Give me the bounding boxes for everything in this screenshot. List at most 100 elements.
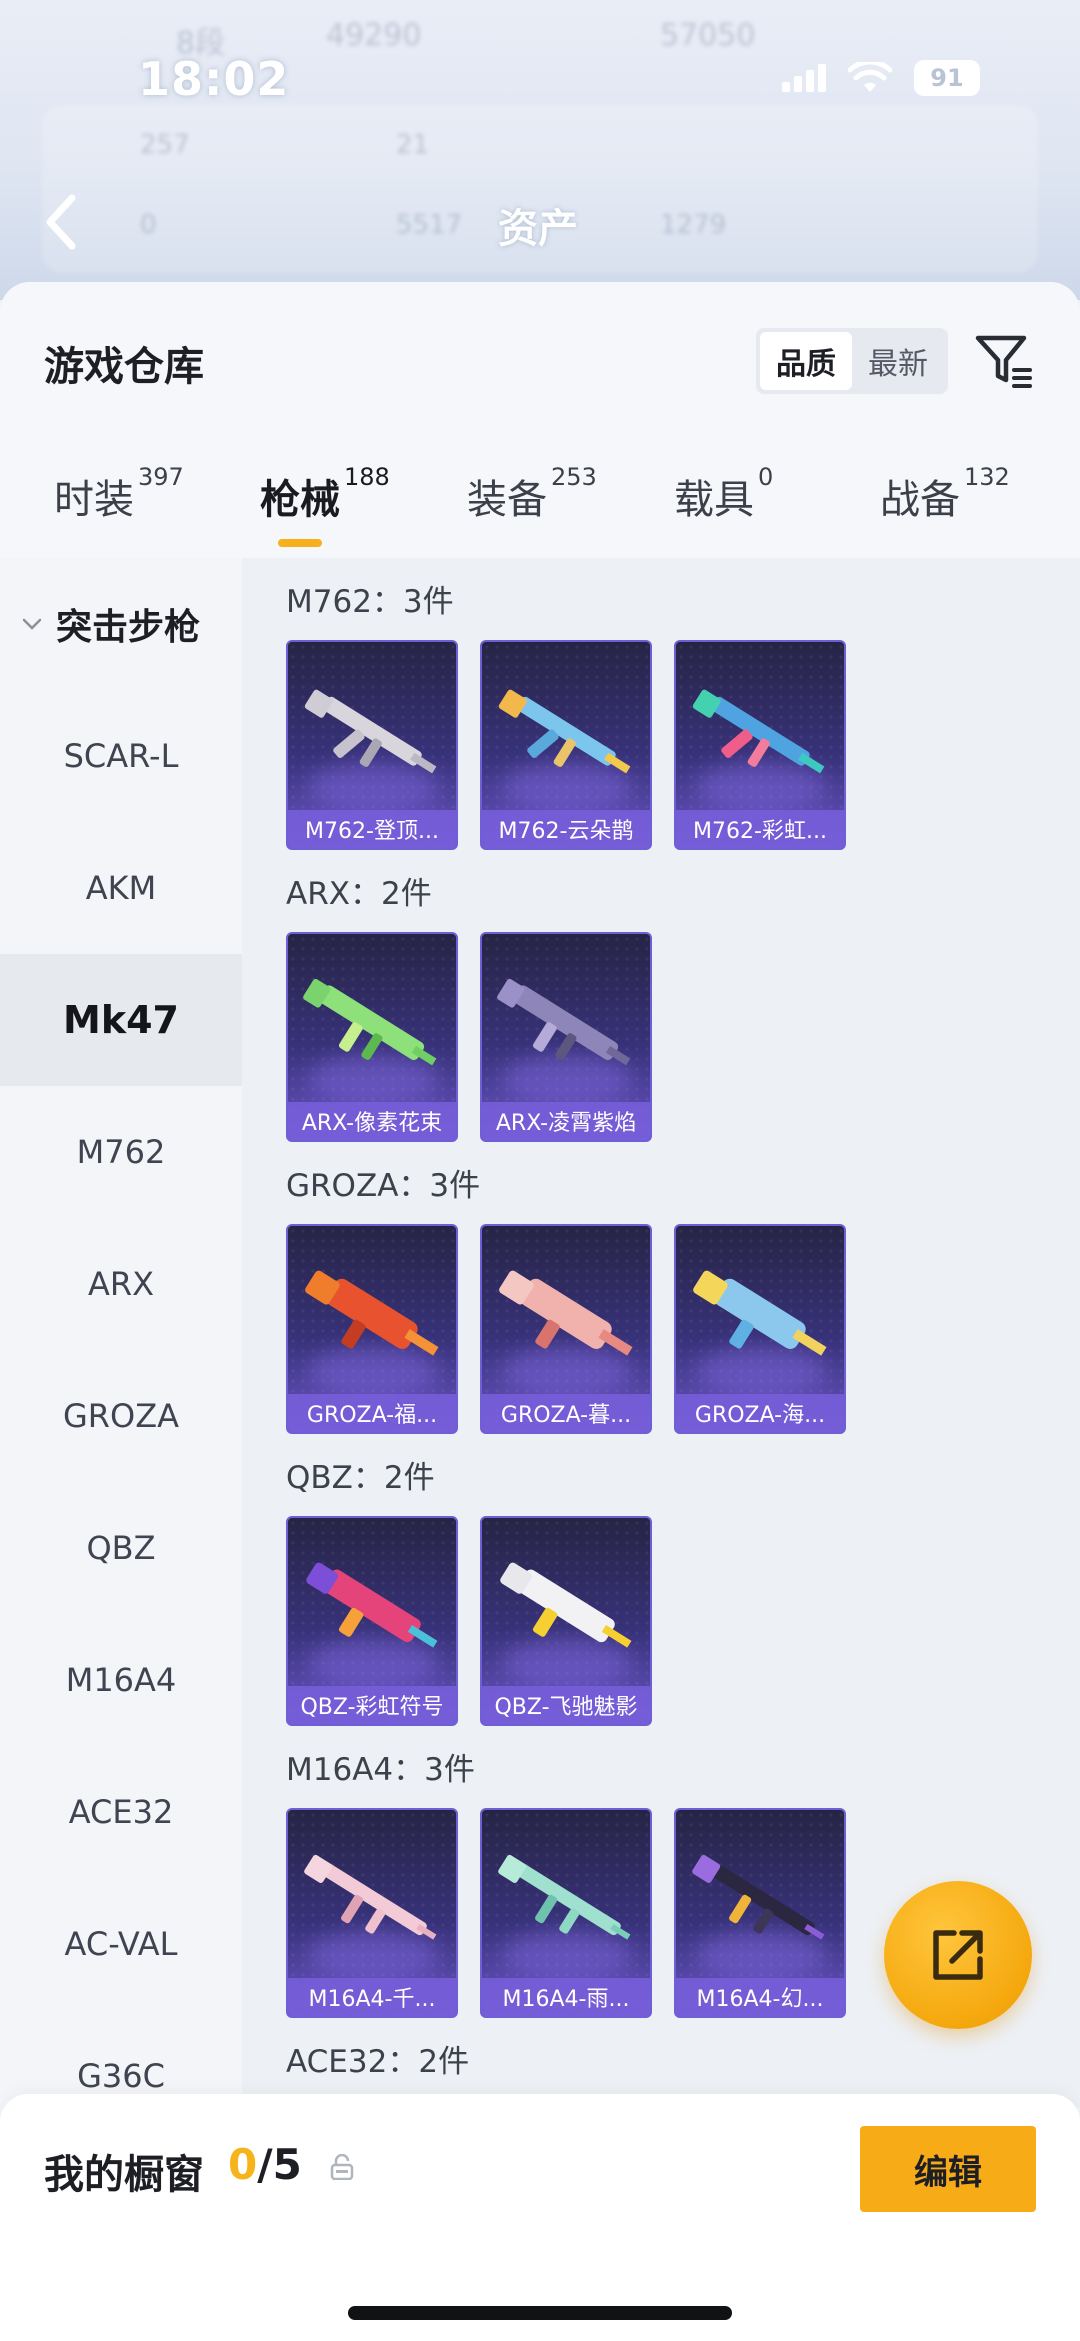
tab-equipment[interactable]: 装备 253 xyxy=(467,463,597,557)
side-group-label: 突击步枪 xyxy=(56,607,201,648)
weapon-card-label: GROZA-海... xyxy=(676,1394,844,1432)
showcase-bar: 我的橱窗 0/5 编辑 xyxy=(0,2094,1080,2341)
edit-button[interactable]: 编辑 xyxy=(860,2126,1036,2212)
back-icon[interactable] xyxy=(42,192,82,252)
group-title-groza: GROZA：3件 xyxy=(286,1168,481,1204)
side-item-ace32[interactable]: ACE32 xyxy=(0,1746,242,1878)
weapon-card[interactable]: QBZ-彩虹符号 xyxy=(286,1516,458,1726)
tab-label: 装备 xyxy=(467,477,547,523)
home-indicator xyxy=(348,2306,732,2320)
coins-a-text: 49290 xyxy=(326,18,422,53)
tab-label: 枪械 xyxy=(260,477,340,523)
weapon-card-label: QBZ-飞驰魅影 xyxy=(482,1686,650,1724)
tab-label: 载具 xyxy=(674,477,754,523)
weapon-card-label: M762-云朵鹊 xyxy=(482,810,650,848)
warehouse-sheet: 游戏仓库 品质 最新 时装 397 枪械 188 装备 253 载具 0 战备 … xyxy=(0,282,1080,2341)
side-group-assault-rifles[interactable]: 突击步枪 xyxy=(0,558,242,690)
weapon-card[interactable]: M762-登顶... xyxy=(286,640,458,850)
side-item-qbz[interactable]: QBZ xyxy=(0,1482,242,1614)
stat-1: 257 xyxy=(140,130,190,160)
showcase-count: 0/5 xyxy=(228,2140,302,2189)
sort-latest-button[interactable]: 最新 xyxy=(852,332,944,390)
page-title: 资产 xyxy=(498,206,578,252)
tab-label: 战备 xyxy=(880,477,960,523)
rifle-icon xyxy=(497,978,631,1066)
tab-count: 253 xyxy=(551,463,597,491)
stat-2: 21 xyxy=(396,130,430,160)
weapon-card-label: M16A4-千... xyxy=(288,1978,456,2016)
category-tabs: 时装 397 枪械 188 装备 253 载具 0 战备 132 xyxy=(0,463,1080,557)
status-icons: 91 xyxy=(782,60,980,96)
rifle-icon xyxy=(304,1854,437,1940)
side-item-ac-val[interactable]: AC-VAL xyxy=(0,1878,242,2010)
side-item-arx[interactable]: ARX xyxy=(0,1218,242,1350)
showcase-total: /5 xyxy=(257,2140,302,2189)
battery-icon: 91 xyxy=(914,60,980,96)
weapon-card[interactable]: M762-彩虹... xyxy=(674,640,846,850)
rifle-icon xyxy=(304,689,437,774)
rifle-icon xyxy=(692,1854,825,1940)
tab-count: 132 xyxy=(964,463,1010,491)
weapon-card[interactable]: GROZA-暮... xyxy=(480,1224,652,1434)
tab-active-indicator xyxy=(278,539,322,547)
tab-vehicles[interactable]: 载具 0 xyxy=(674,463,773,557)
weapon-card[interactable]: ARX-凌霄紫焰 xyxy=(480,932,652,1142)
rifle-icon xyxy=(303,978,437,1066)
group-title-m762: M762：3件 xyxy=(286,584,454,620)
coins-b-text: 57050 xyxy=(660,18,756,53)
tab-count: 188 xyxy=(344,463,390,491)
side-item-mk47[interactable]: Mk47 xyxy=(0,954,242,1086)
weapon-card-label: QBZ-彩虹符号 xyxy=(288,1686,456,1724)
rifle-icon xyxy=(498,689,631,774)
side-item-m16a4[interactable]: M16A4 xyxy=(0,1614,242,1746)
weapon-card[interactable]: QBZ-飞驰魅影 xyxy=(480,1516,652,1726)
weapon-card[interactable]: ARX-像素花束 xyxy=(286,932,458,1142)
group-title-arx: ARX：2件 xyxy=(286,876,432,912)
weapon-card[interactable]: M16A4-幻... xyxy=(674,1808,846,2018)
tab-firearms[interactable]: 枪械 188 xyxy=(260,463,390,557)
side-item-groza[interactable]: GROZA xyxy=(0,1350,242,1482)
share-icon xyxy=(933,1930,983,1980)
filter-icon[interactable] xyxy=(972,328,1036,394)
side-item-akm[interactable]: AKM xyxy=(0,822,242,954)
status-time: 18:02 xyxy=(138,52,290,106)
stat-5: 1279 xyxy=(660,210,727,240)
rifle-icon xyxy=(305,1270,439,1356)
stat-3: 0 xyxy=(140,210,157,240)
tab-outfits[interactable]: 时装 397 xyxy=(54,463,184,557)
showcase-label: 我的橱窗 xyxy=(44,2152,204,2198)
sort-quality-button[interactable]: 品质 xyxy=(760,332,852,390)
tab-supplies[interactable]: 战备 132 xyxy=(880,463,1010,557)
weapon-grid: M762：3件 M762-登顶... M762-云朵鹊 M762-彩虹... A… xyxy=(242,558,1080,2108)
group-title-ace32: ACE32：2件 xyxy=(286,2044,470,2080)
signal-icon xyxy=(782,64,826,92)
side-item-scar-l[interactable]: SCAR-L xyxy=(0,690,242,822)
sheet-title: 游戏仓库 xyxy=(44,344,204,390)
rifle-icon xyxy=(692,689,825,774)
sheet-header: 游戏仓库 品质 最新 时装 397 枪械 188 装备 253 载具 0 战备 … xyxy=(0,282,1080,558)
lock-icon xyxy=(330,2154,354,2180)
weapon-card-label: GROZA-暮... xyxy=(482,1394,650,1432)
rifle-icon xyxy=(500,1562,632,1648)
group-title-qbz: QBZ：2件 xyxy=(286,1460,435,1496)
weapon-card-label: ARX-像素花束 xyxy=(288,1102,456,1140)
weapon-card[interactable]: M762-云朵鹊 xyxy=(480,640,652,850)
weapon-card[interactable]: M16A4-千... xyxy=(286,1808,458,2018)
tab-count: 0 xyxy=(758,463,774,491)
weapon-card[interactable]: M16A4-雨... xyxy=(480,1808,652,2018)
side-item-m762[interactable]: M762 xyxy=(0,1086,242,1218)
tab-count: 397 xyxy=(138,463,184,491)
wifi-icon xyxy=(848,62,892,92)
weapon-card-label: M762-彩虹... xyxy=(676,810,844,848)
stat-4: 5517 xyxy=(396,210,463,240)
group-title-m16a4: M16A4：3件 xyxy=(286,1752,475,1788)
weapon-card[interactable]: GROZA-海... xyxy=(674,1224,846,1434)
weapon-card-label: ARX-凌霄紫焰 xyxy=(482,1102,650,1140)
rifle-icon xyxy=(498,1854,631,1940)
weapon-side-nav: 突击步枪 SCAR-L AKM Mk47 M762 ARX GROZA QBZ … xyxy=(0,558,242,2108)
rifle-icon xyxy=(306,1562,438,1648)
weapon-card[interactable]: GROZA-福... xyxy=(286,1224,458,1434)
weapon-card-label: M16A4-雨... xyxy=(482,1978,650,2016)
background-header: 8段 49290 57050 257 21 0 5517 1279 18:02 … xyxy=(0,0,1080,300)
share-button[interactable] xyxy=(884,1881,1032,2029)
